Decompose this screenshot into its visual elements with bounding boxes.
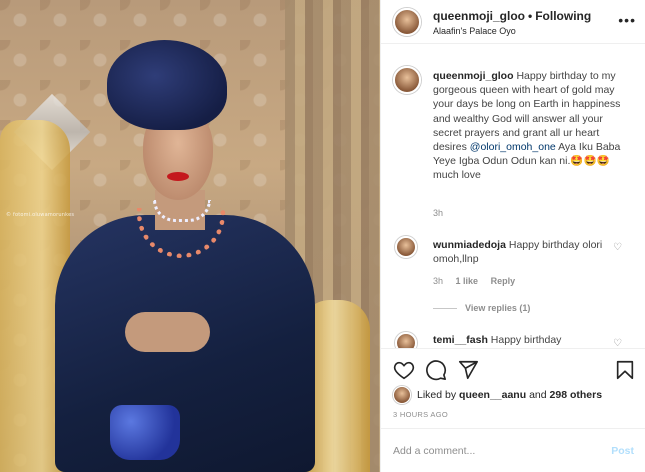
comments-area[interactable]: queenmoji_gloo Happy birthday to my gorg… <box>381 56 645 348</box>
following-button[interactable]: Following <box>535 9 591 23</box>
comment-username[interactable]: wunmiadedoja <box>433 239 506 251</box>
comment-input[interactable] <box>393 445 593 457</box>
header-username[interactable]: queenmoji_gloo <box>433 9 525 23</box>
view-replies-label: View replies (1) <box>465 303 531 313</box>
share-icon[interactable] <box>457 359 479 381</box>
action-bar <box>381 348 645 382</box>
header-username-row: queenmoji_gloo • Following <box>433 9 591 23</box>
caption-mention[interactable]: @olori_omoh_one <box>470 141 556 153</box>
replies-divider <box>433 308 457 310</box>
liker-username[interactable]: queen__aanu <box>459 389 526 401</box>
caption-time[interactable]: 3h <box>433 208 443 218</box>
comment-time[interactable]: 3h <box>433 276 443 286</box>
comment-likes[interactable]: 1 like <box>456 276 479 286</box>
more-horizontal-icon[interactable]: ••• <box>618 12 636 28</box>
caption-username[interactable]: queenmoji_gloo <box>433 70 514 82</box>
figure-lips <box>167 172 189 181</box>
figure-headwrap <box>107 40 227 130</box>
caption-emojis: 🤩🤩🤩 <box>570 155 610 168</box>
post-caption: queenmoji_gloo Happy birthday to my gorg… <box>433 69 633 183</box>
likes-text: Liked by queen__aanu and 298 others <box>417 389 602 401</box>
comment-item: temi__fash Happy birthday <box>433 334 561 346</box>
likes-summary: Liked by queen__aanu and 298 others <box>393 386 638 406</box>
post-button[interactable]: Post <box>611 445 634 457</box>
likes-middle: and <box>529 389 547 401</box>
header-separator: • <box>528 9 533 23</box>
comment-heart-icon[interactable]: ♡ <box>613 242 622 253</box>
avatar[interactable] <box>393 8 421 36</box>
post-image[interactable]: © fotomi.oluwamorunkes <box>0 0 380 472</box>
comment-icon[interactable] <box>425 359 447 381</box>
comment-heart-icon[interactable]: ♡ <box>613 338 622 348</box>
photo-watermark: © fotomi.oluwamorunkes <box>6 212 75 218</box>
figure-hands <box>125 312 210 352</box>
comment-reply-button[interactable]: Reply <box>491 276 516 286</box>
bookmark-icon[interactable] <box>614 359 636 381</box>
post-header: queenmoji_gloo • Following Alaafin's Palac… <box>381 0 645 44</box>
location-link[interactable]: Alaafin's Palace Oyo <box>433 26 516 36</box>
comment-text: Happy birthday <box>490 334 562 346</box>
portrait-figure <box>55 40 315 472</box>
figure-purse <box>110 405 180 460</box>
view-replies-button[interactable]: View replies (1) <box>433 303 530 313</box>
post-timestamp[interactable]: 3 HOURS AGO <box>393 410 448 419</box>
liker-avatar[interactable] <box>393 386 411 404</box>
comment-avatar[interactable] <box>395 332 417 348</box>
comment-username[interactable]: temi__fash <box>433 334 488 346</box>
caption-avatar[interactable] <box>393 66 421 94</box>
caption-text-3: much love <box>433 169 481 182</box>
comment-avatar[interactable] <box>395 236 417 258</box>
post-side-panel: queenmoji_gloo • Following Alaafin's Palac… <box>380 0 645 472</box>
likes-others-link[interactable]: 298 others <box>550 389 603 401</box>
comment-meta: 3h 1 like Reply <box>433 276 525 286</box>
comment-item: wunmiadedoja Happy birthday olori omoh,l… <box>433 238 603 266</box>
likes-prefix: Liked by <box>417 389 457 401</box>
add-comment-bar: Post <box>381 428 645 472</box>
heart-icon[interactable] <box>393 359 415 381</box>
